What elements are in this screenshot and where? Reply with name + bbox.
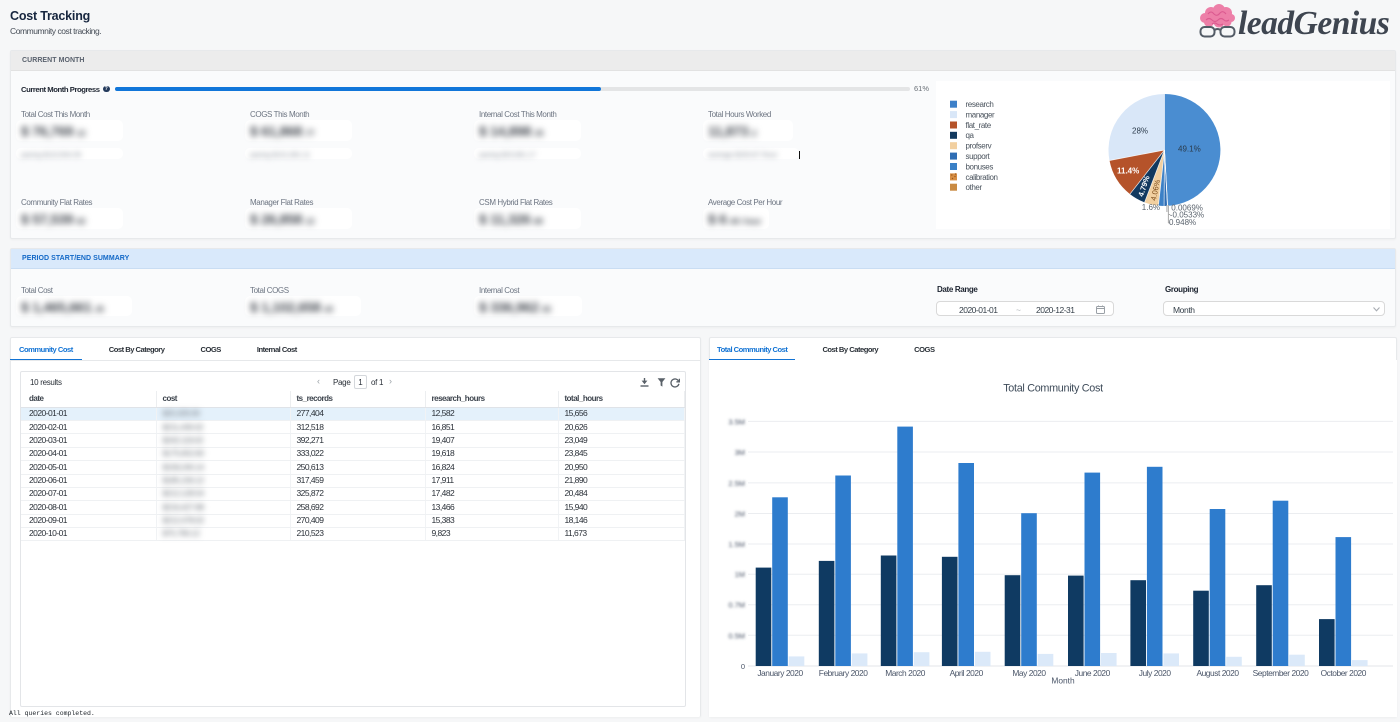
svg-text:March 2020: March 2020 [885, 668, 926, 678]
svg-text:3.5M: 3.5M [728, 417, 745, 426]
svg-text:qa: qa [966, 131, 975, 140]
svg-text:manager: manager [966, 111, 996, 120]
svg-text:2.5M: 2.5M [728, 479, 745, 488]
svg-text:calibration: calibration [966, 173, 998, 182]
svg-text:28%: 28% [1132, 127, 1148, 136]
svg-text:0.948%: 0.948% [1169, 218, 1196, 227]
svg-text:April 2020: April 2020 [950, 668, 984, 678]
svg-text:July 2020: July 2020 [1139, 668, 1172, 678]
svg-text:1.5M: 1.5M [728, 540, 745, 549]
svg-text:January 2020: January 2020 [757, 668, 803, 678]
svg-text:September 2020: September 2020 [1253, 668, 1309, 678]
svg-text:49.1%: 49.1% [1178, 145, 1201, 154]
svg-text:February 2020: February 2020 [819, 668, 868, 678]
svg-text:other: other [966, 183, 983, 192]
svg-text:3M: 3M [735, 448, 745, 457]
svg-text:profserv: profserv [966, 142, 992, 151]
svg-text:flat_rate: flat_rate [966, 121, 992, 130]
svg-text:leadGenius: leadGenius [1238, 5, 1389, 42]
svg-text:August 2020: August 2020 [1196, 668, 1239, 678]
svg-text:0.5M: 0.5M [728, 631, 745, 640]
svg-text:support: support [966, 152, 991, 161]
svg-text:2M: 2M [735, 510, 745, 519]
svg-text:1.6%: 1.6% [1142, 203, 1160, 212]
svg-text:0.7M: 0.7M [728, 601, 745, 610]
svg-text:May 2020: May 2020 [1012, 668, 1046, 678]
svg-text:0: 0 [741, 662, 745, 671]
svg-text:bonuses: bonuses [966, 162, 994, 171]
svg-text:June 2020: June 2020 [1075, 668, 1111, 678]
svg-text:11.4%: 11.4% [1117, 167, 1139, 176]
svg-text:1M: 1M [735, 570, 745, 579]
svg-text:Total Community Cost: Total Community Cost [1003, 383, 1103, 395]
svg-text:October 2020: October 2020 [1321, 668, 1367, 678]
svg-text:Month: Month [1051, 676, 1075, 686]
svg-text:research: research [966, 100, 994, 109]
